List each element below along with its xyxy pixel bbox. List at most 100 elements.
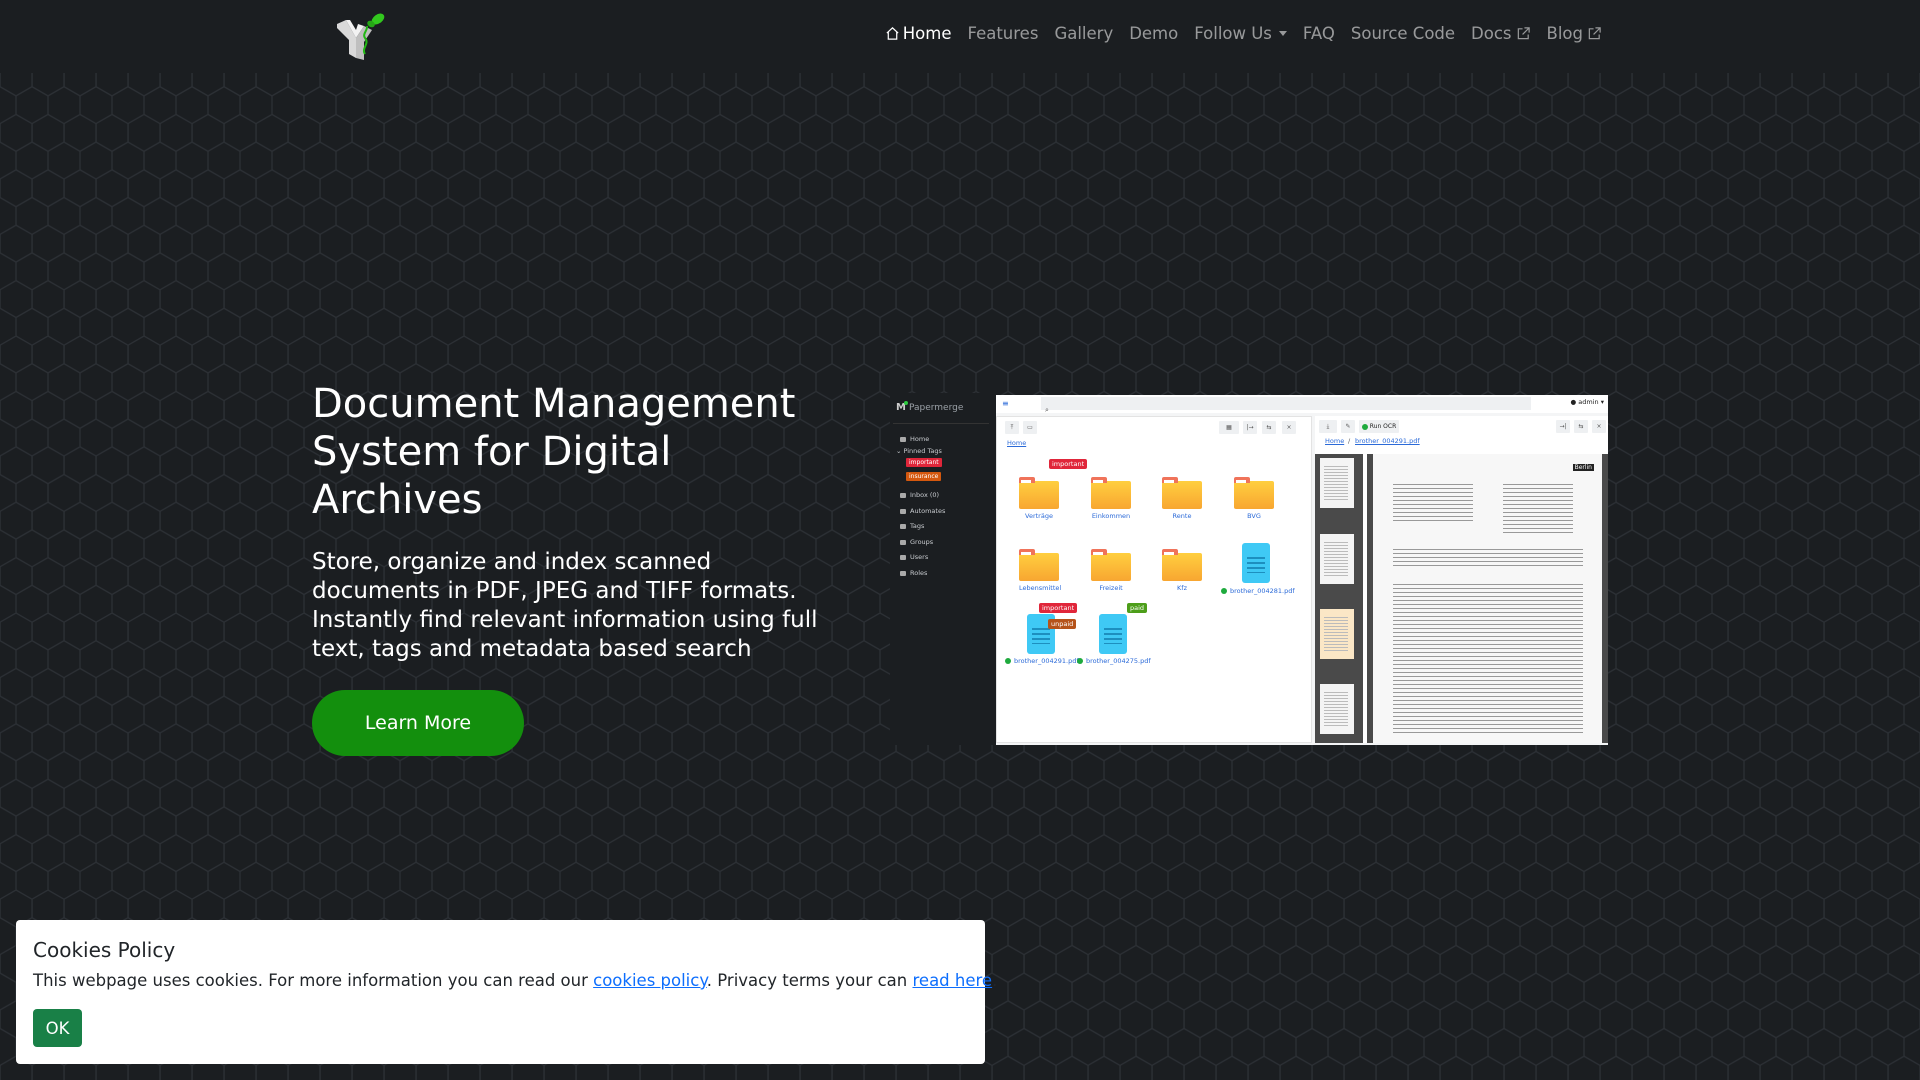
cookie-banner: Cookies Policy This webpage uses cookies…: [16, 920, 997, 1064]
folder-icon: [1162, 477, 1202, 509]
privacy-read-here-link[interactable]: read here: [913, 971, 993, 990]
folder-label: Einkommen: [1091, 512, 1131, 520]
swap-icon: ⇆: [1574, 420, 1588, 433]
label: Roles: [910, 569, 928, 577]
cookie-text-part: This webpage uses cookies. For more info…: [33, 971, 594, 990]
split-icon: |→: [1243, 421, 1257, 434]
nav-demo[interactable]: Demo: [1129, 24, 1178, 43]
papermerge-logo[interactable]: [334, 10, 396, 62]
folder-item: Freizeit: [1091, 547, 1131, 592]
preview-document-panel: ⤓ ✎ Run OCR →| ⇆ × Home / brother_004291…: [1315, 416, 1608, 743]
folder-icon: [1019, 477, 1059, 509]
preview-sidebar-groups: Groups: [900, 538, 933, 546]
text-block: [1393, 584, 1583, 734]
document-label: brother_004281.pdf: [1221, 587, 1295, 595]
check-circle-icon: [1221, 588, 1227, 594]
group-icon: [900, 539, 906, 545]
folder-item: Kfz: [1162, 547, 1202, 592]
document-label: brother_004275.pdf: [1077, 657, 1151, 665]
preview-sidebar-automates: Automates: [900, 507, 945, 515]
folder-item: Lebensmittel: [1019, 547, 1062, 592]
preview-breadcrumb-home: Home: [1325, 437, 1345, 445]
user-icon: [900, 570, 906, 576]
folder-icon: [1091, 549, 1131, 581]
document-name: brother_004281.pdf: [1230, 587, 1295, 595]
preview-sidebar: M Papermerge Home ⌄ Pinned Tags important …: [890, 393, 996, 745]
nav-docs[interactable]: Docs: [1471, 24, 1530, 43]
edit-icon: ✎: [1341, 420, 1355, 433]
preview-sidebar-inbox: Inbox (0): [900, 491, 939, 499]
cookie-ok-button[interactable]: OK: [33, 1009, 82, 1047]
tag-icon: [900, 523, 906, 529]
preview-user-menu: ● admin ▾: [1570, 398, 1604, 406]
page-thumbnail: [1320, 534, 1354, 584]
view-mode-icon: ▦: [1219, 421, 1239, 434]
cookie-text-part: .: [992, 971, 998, 990]
preview-sidebar-roles: Roles: [900, 569, 927, 577]
folder-label: Kfz: [1177, 584, 1187, 592]
text-block: [1393, 484, 1473, 524]
run-ocr-label: Run OCR: [1369, 423, 1397, 430]
nav-faq[interactable]: FAQ: [1303, 24, 1335, 43]
chevron-down-icon: ⌄: [896, 447, 902, 455]
cookies-policy-link[interactable]: cookies policy: [593, 971, 707, 990]
page-thumbnail: [1320, 458, 1354, 508]
nav-home-label: Home: [902, 24, 952, 43]
document-name: brother_004275.pdf: [1086, 657, 1151, 665]
folder-label: Rente: [1172, 512, 1192, 520]
users-icon: [900, 554, 906, 560]
menu-icon: ≡: [1002, 399, 1009, 408]
preview-sidebar-home: Home: [900, 435, 929, 443]
collapse-icon: →|: [1556, 420, 1570, 433]
label: Groups: [910, 538, 934, 546]
caret-down-icon: [1278, 31, 1287, 36]
hero-description: Store, organize and index scanned docume…: [312, 549, 818, 662]
tag-important: important: [1039, 603, 1078, 613]
robot-icon: [900, 508, 906, 514]
preview-folder-panel: ⤒ ▭ ▦ |→ ⇆ × Home important Verträge Ein…: [996, 416, 1312, 743]
breadcrumb-separator: /: [1348, 437, 1351, 445]
document-icon: [1242, 543, 1270, 583]
text-block: [1393, 549, 1583, 569]
preview-breadcrumb-doc: brother_004291.pdf: [1355, 437, 1420, 445]
nav-follow-us-dropdown[interactable]: Follow Us: [1194, 24, 1287, 43]
document-name: brother_004291.pdf: [1014, 657, 1079, 665]
preview-sidebar-tags: Tags: [900, 522, 924, 530]
preview-sidebar-users: Users: [900, 553, 928, 561]
nav-features[interactable]: Features: [967, 24, 1038, 43]
app-screenshot-preview[interactable]: M Papermerge Home ⌄ Pinned Tags important …: [890, 393, 1608, 745]
label: Inbox (0): [910, 491, 940, 499]
close-icon: ×: [1282, 421, 1296, 434]
folder-label: Freizeit: [1099, 584, 1123, 592]
hero-section: Document Management System for Digital A…: [312, 380, 832, 664]
inbox-icon: [900, 492, 906, 498]
nav-links: Home Features Gallery Demo Follow Us FAQ…: [885, 24, 1602, 43]
hero-title: Document Management System for Digital A…: [312, 381, 796, 523]
document-label: brother_004291.pdf: [1005, 657, 1079, 665]
folder-label: Lebensmittel: [1019, 584, 1062, 592]
folder-item: Verträge: [1019, 475, 1059, 520]
page-thumbnails: [1315, 454, 1363, 743]
nav-gallery[interactable]: Gallery: [1054, 24, 1113, 43]
preview-search: ⌕: [1041, 397, 1531, 414]
nav-source-code[interactable]: Source Code: [1351, 24, 1455, 43]
swap-icon: ⇆: [1262, 421, 1276, 434]
nav-blog-label: Blog: [1546, 24, 1583, 43]
check-circle-icon: [1005, 658, 1011, 664]
document-page: Berlin: [1373, 454, 1602, 743]
learn-more-button[interactable]: Learn More: [312, 690, 524, 756]
nav-blog[interactable]: Blog: [1547, 24, 1602, 43]
tag-paid: paid: [1127, 603, 1148, 613]
download-icon: ⤓: [1319, 420, 1337, 433]
external-link-icon: [1588, 27, 1601, 40]
nav-docs-label: Docs: [1471, 24, 1512, 43]
label: Pinned Tags: [903, 447, 942, 455]
label: Home: [910, 435, 930, 443]
nav-home[interactable]: Home: [885, 24, 952, 43]
preview-sidebar-pinned: ⌄ Pinned Tags: [896, 447, 942, 455]
document-icon: [1099, 614, 1127, 654]
folder-item: BVG: [1234, 475, 1274, 520]
folder-label: BVG: [1247, 512, 1261, 520]
folder-icon: [1019, 549, 1059, 581]
pinned-tag-important: important: [906, 458, 942, 467]
